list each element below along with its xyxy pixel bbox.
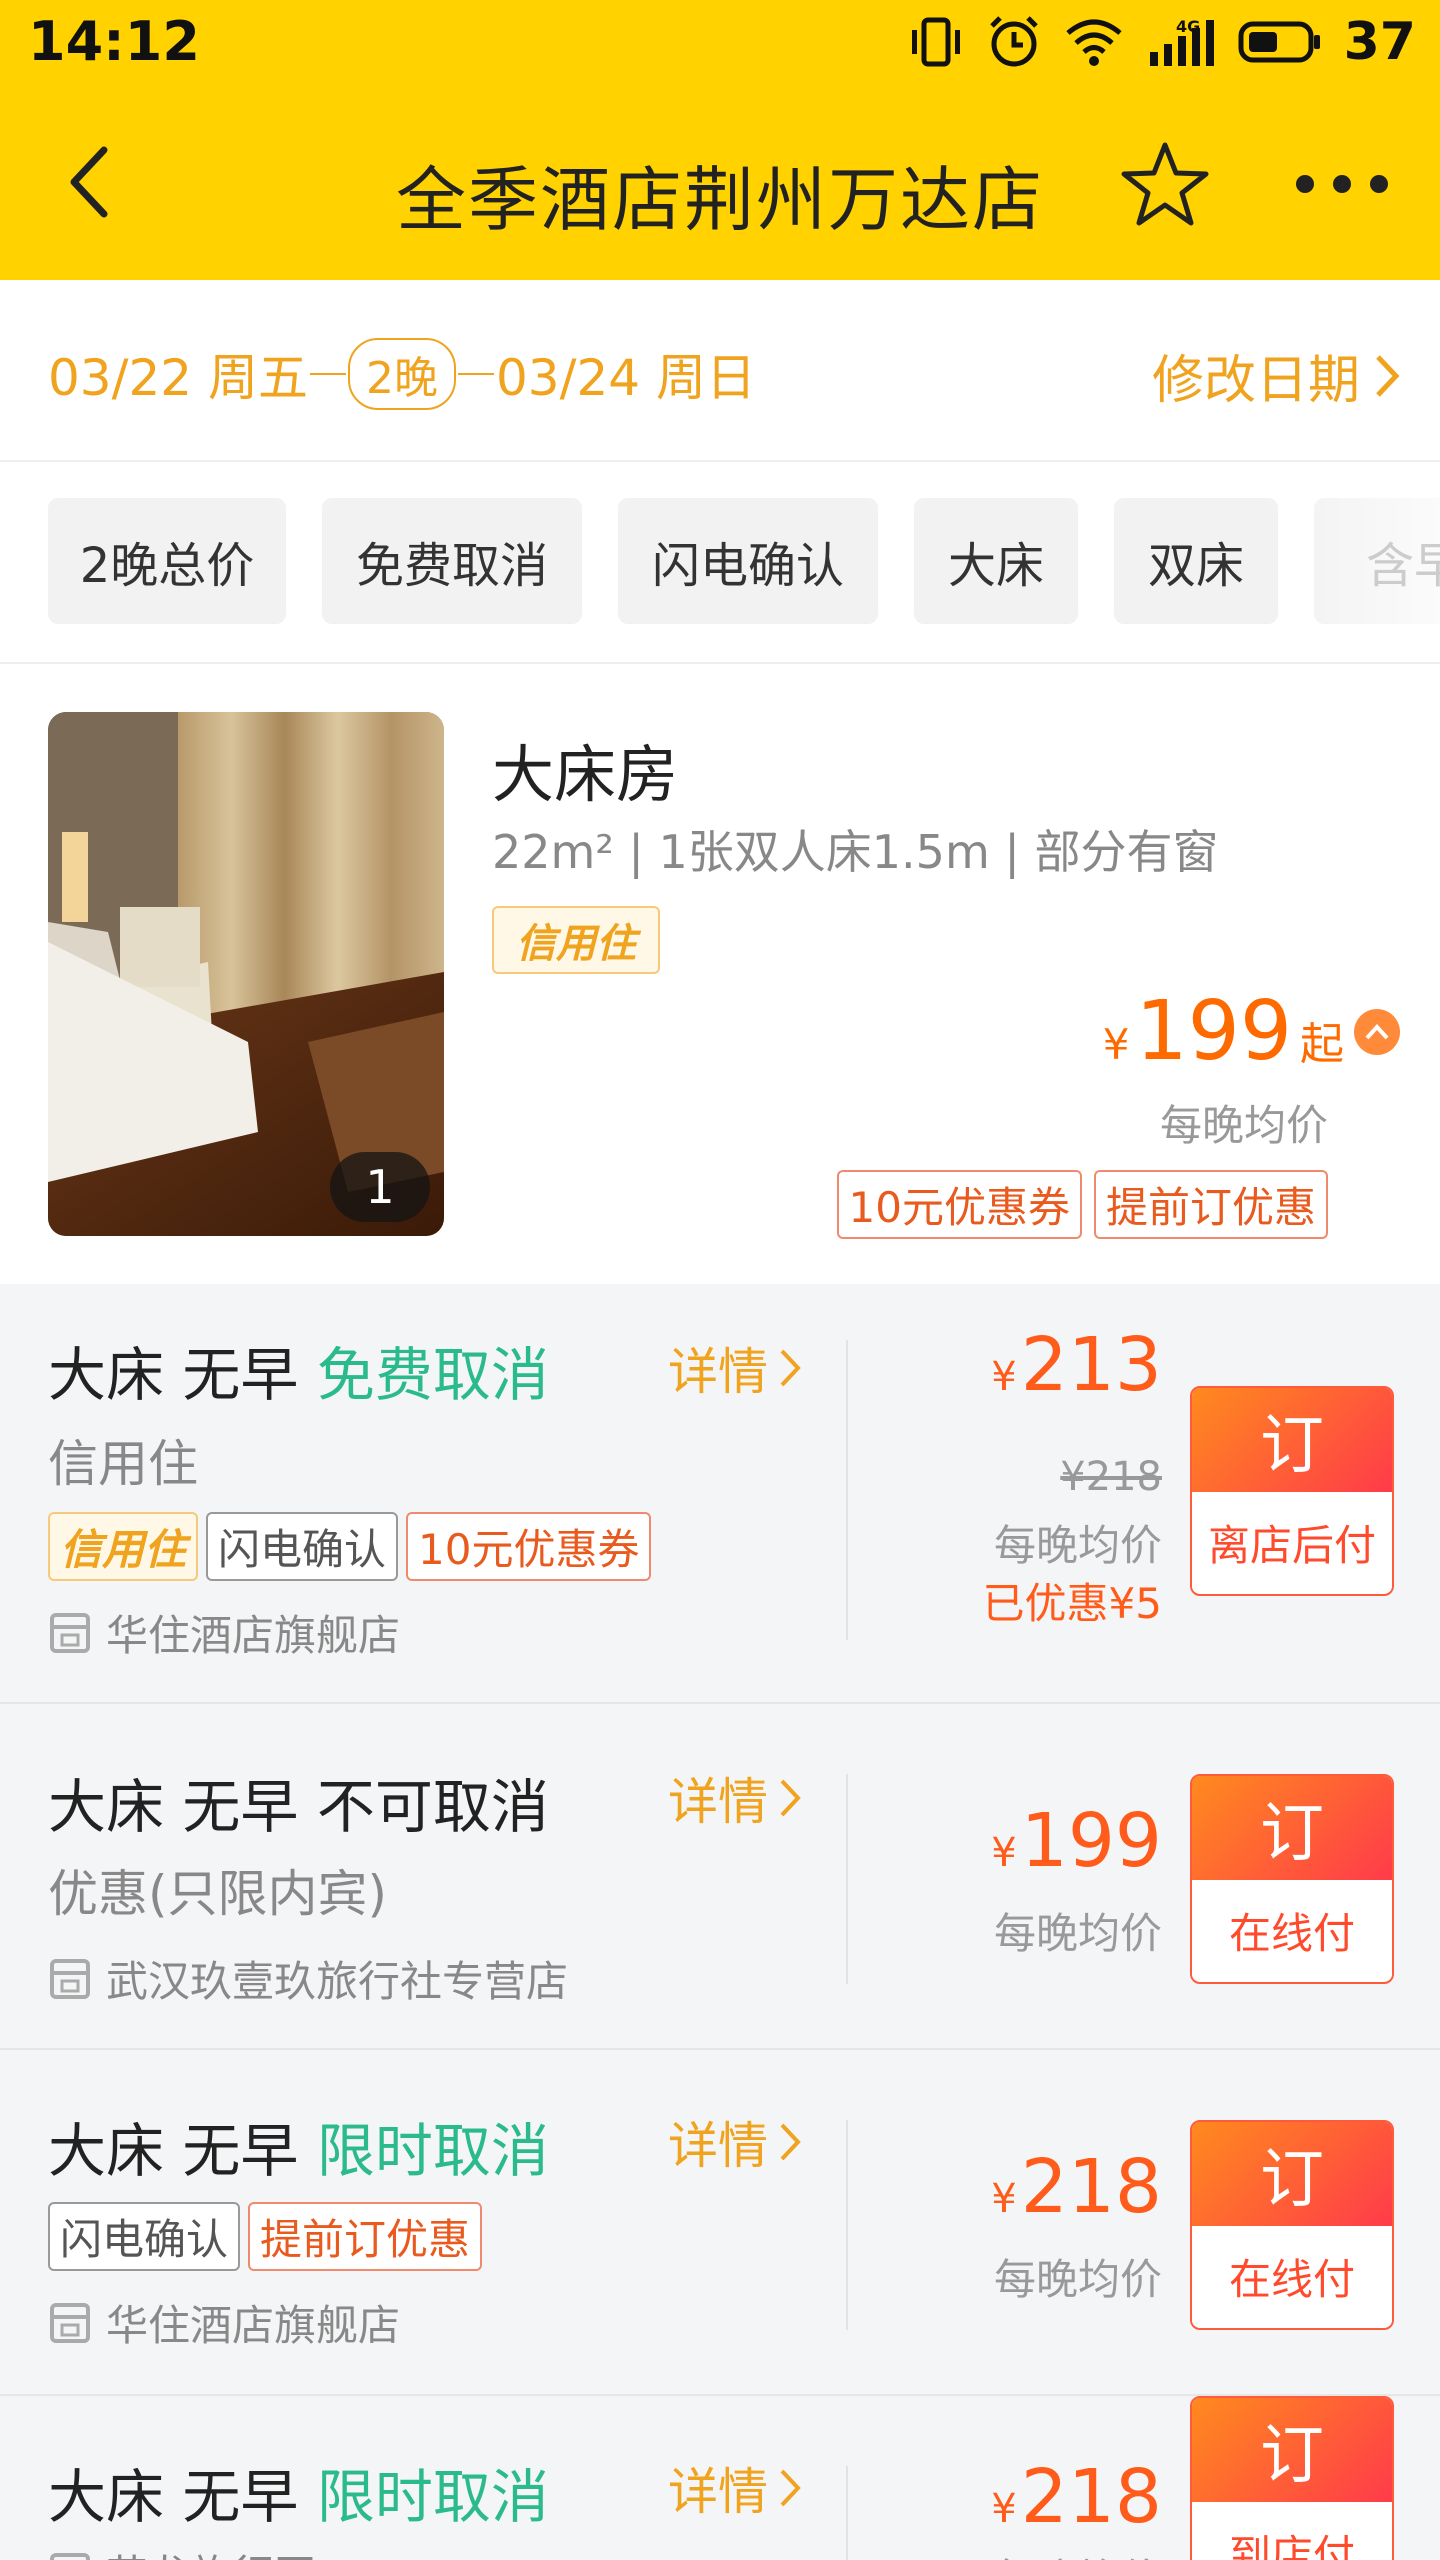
rate-title: 大床 无早 限时取消 xyxy=(48,2117,549,2185)
rate-title: 大床 无早 不可取消 xyxy=(48,1773,549,1841)
stay-dates[interactable]: 03/22 周五 2晚 03/24 周日 xyxy=(48,338,756,410)
early-booking-tag: 提前订优惠 xyxy=(1093,1170,1328,1239)
rate-plan-row[interactable]: 大床 无早 不可取消 详情 优惠(只限内宾) 武汉玖壹玖旅行社专营店 ¥199 … xyxy=(0,1704,1440,2050)
avg-price-note: 每晚均价 xyxy=(994,2546,1162,2560)
filter-chip-instant-confirm[interactable]: 闪电确认 xyxy=(618,498,878,624)
rate-plan-row[interactable]: 大床 无早 限时取消 详情 艺龙旅行网 ¥218 每晚均价 订 到店付 xyxy=(0,2396,1440,2560)
checkin-date: 03/22 周五 xyxy=(48,349,308,407)
rate-seller: 华住酒店旗舰店 xyxy=(48,2292,400,2353)
wifi-icon xyxy=(1066,19,1122,66)
rate-detail-link[interactable]: 详情 xyxy=(668,1332,802,1404)
instant-confirm-tag: 闪电确认 xyxy=(48,2202,241,2271)
favorite-star-icon[interactable] xyxy=(1120,139,1210,229)
instant-confirm-tag: 闪电确认 xyxy=(206,1512,399,1581)
coupon-tag: 10元优惠券 xyxy=(406,1512,652,1581)
checkout-date: 03/24 周日 xyxy=(496,349,756,407)
room-photo[interactable]: 1 xyxy=(48,712,444,1236)
chevron-right-icon xyxy=(1376,354,1400,397)
room-spec: 22m² | 1张双人床1.5m | 部分有窗 xyxy=(492,825,1219,879)
more-options-icon[interactable] xyxy=(1290,169,1420,199)
rate-tags: 信用住 闪电确认 10元优惠券 xyxy=(48,1512,652,1581)
battery-percent: 37 xyxy=(1343,12,1416,72)
rate-detail-link[interactable]: 详情 xyxy=(668,2452,802,2524)
date-bar: 03/22 周五 2晚 03/24 周日 修改日期 xyxy=(0,280,1440,462)
rate-detail-link[interactable]: 详情 xyxy=(668,2106,802,2178)
avg-price-note: 每晚均价 xyxy=(993,2255,1162,2304)
store-icon xyxy=(50,2552,90,2560)
photo-count-badge: 1 xyxy=(330,1152,430,1222)
store-icon xyxy=(50,2302,90,2343)
modify-date-link[interactable]: 修改日期 xyxy=(1152,338,1400,413)
store-icon xyxy=(50,1612,90,1653)
store-icon xyxy=(50,1958,90,1999)
book-button[interactable]: 订 在线付 xyxy=(1190,2120,1394,2330)
nav-bar: 全季酒店荆州万达店 xyxy=(0,84,1440,280)
book-button[interactable]: 订 到店付 xyxy=(1190,2396,1394,2560)
alarm-icon xyxy=(989,16,1038,67)
rate-price: ¥218 xyxy=(991,2144,1162,2230)
rate-seller: 武汉玖壹玖旅行社专营店 xyxy=(48,1948,568,2009)
book-button[interactable]: 订 在线付 xyxy=(1190,1774,1394,1984)
room-name: 大床房 xyxy=(492,738,679,811)
rate-subtitle: 优惠(只限内宾) xyxy=(48,1865,388,1923)
rate-tags: 闪电确认 提前订优惠 xyxy=(48,2202,483,2271)
status-time: 14:12 xyxy=(28,10,200,73)
status-bar: 14:12 4G 37 xyxy=(0,0,1440,84)
room-card[interactable]: 1 大床房 22m² | 1张双人床1.5m | 部分有窗 信用住 ¥ 199 … xyxy=(0,664,1440,1284)
hotel-title: 全季酒店荆州万达店 xyxy=(396,159,1044,241)
chevron-right-icon xyxy=(780,2469,801,2507)
room-from-price: ¥ 199 起 xyxy=(1103,984,1400,1079)
coupon-tag: 10元优惠券 xyxy=(836,1170,1082,1239)
chevron-right-icon xyxy=(780,1779,801,1817)
filter-chip-total-price[interactable]: 2晚总价 xyxy=(48,498,286,624)
credit-stay-tag: 信用住 xyxy=(48,1512,199,1581)
original-price: ¥218 xyxy=(1060,1454,1162,1500)
rate-plan-row[interactable]: 大床 无早 限时取消 详情 闪电确认 提前订优惠 华住酒店旗舰店 ¥218 每晚… xyxy=(0,2050,1440,2396)
avg-price-note: 每晚均价 xyxy=(993,1521,1162,1570)
chevron-right-icon xyxy=(780,1349,801,1387)
filter-chip-bar: 2晚总价 免费取消 闪电确认 大床 双床 含早 xyxy=(0,462,1440,664)
signal-4g-icon: 4G xyxy=(1149,17,1214,66)
rate-plan-row[interactable]: 大床 无早 免费取消 详情 信用住 信用住 闪电确认 10元优惠券 华住酒店旗舰… xyxy=(0,1284,1440,1704)
filter-chip-king-bed[interactable]: 大床 xyxy=(914,498,1078,624)
rate-price: ¥213 xyxy=(991,1322,1162,1408)
collapse-chevron-up-icon[interactable] xyxy=(1354,1008,1400,1055)
status-icons: 4G 37 xyxy=(908,12,1416,72)
nights-badge: 2晚 xyxy=(348,338,456,410)
rate-seller: 艺龙旅行网 xyxy=(48,2542,316,2560)
rate-seller: 华住酒店旗舰店 xyxy=(48,1602,400,1663)
room-promo-tags: 10元优惠券 提前订优惠 xyxy=(836,1170,1328,1239)
rate-title: 大床 无早 限时取消 xyxy=(48,2463,549,2531)
rate-price: ¥218 xyxy=(991,2454,1162,2540)
avg-price-note: 每晚均价 xyxy=(993,1909,1162,1958)
battery-icon xyxy=(1238,21,1320,63)
filter-chip-breakfast[interactable]: 含早 xyxy=(1314,498,1440,624)
rate-title: 大床 无早 免费取消 xyxy=(48,1341,549,1409)
filter-chip-free-cancel[interactable]: 免费取消 xyxy=(322,498,582,624)
avg-price-note: 每晚均价 xyxy=(1159,1101,1328,1150)
vibrate-icon xyxy=(911,17,960,67)
discount-saved: 已优惠¥5 xyxy=(982,1579,1162,1628)
rate-subtitle: 信用住 xyxy=(48,1435,198,1493)
book-button[interactable]: 订 离店后付 xyxy=(1190,1386,1394,1596)
credit-stay-badge: 信用住 xyxy=(492,906,660,974)
filter-chip-twin-bed[interactable]: 双床 xyxy=(1114,498,1278,624)
chevron-right-icon xyxy=(780,2123,801,2161)
early-booking-tag: 提前订优惠 xyxy=(248,2202,483,2271)
rate-price: ¥199 xyxy=(991,1798,1162,1884)
rate-detail-link[interactable]: 详情 xyxy=(668,1762,802,1834)
